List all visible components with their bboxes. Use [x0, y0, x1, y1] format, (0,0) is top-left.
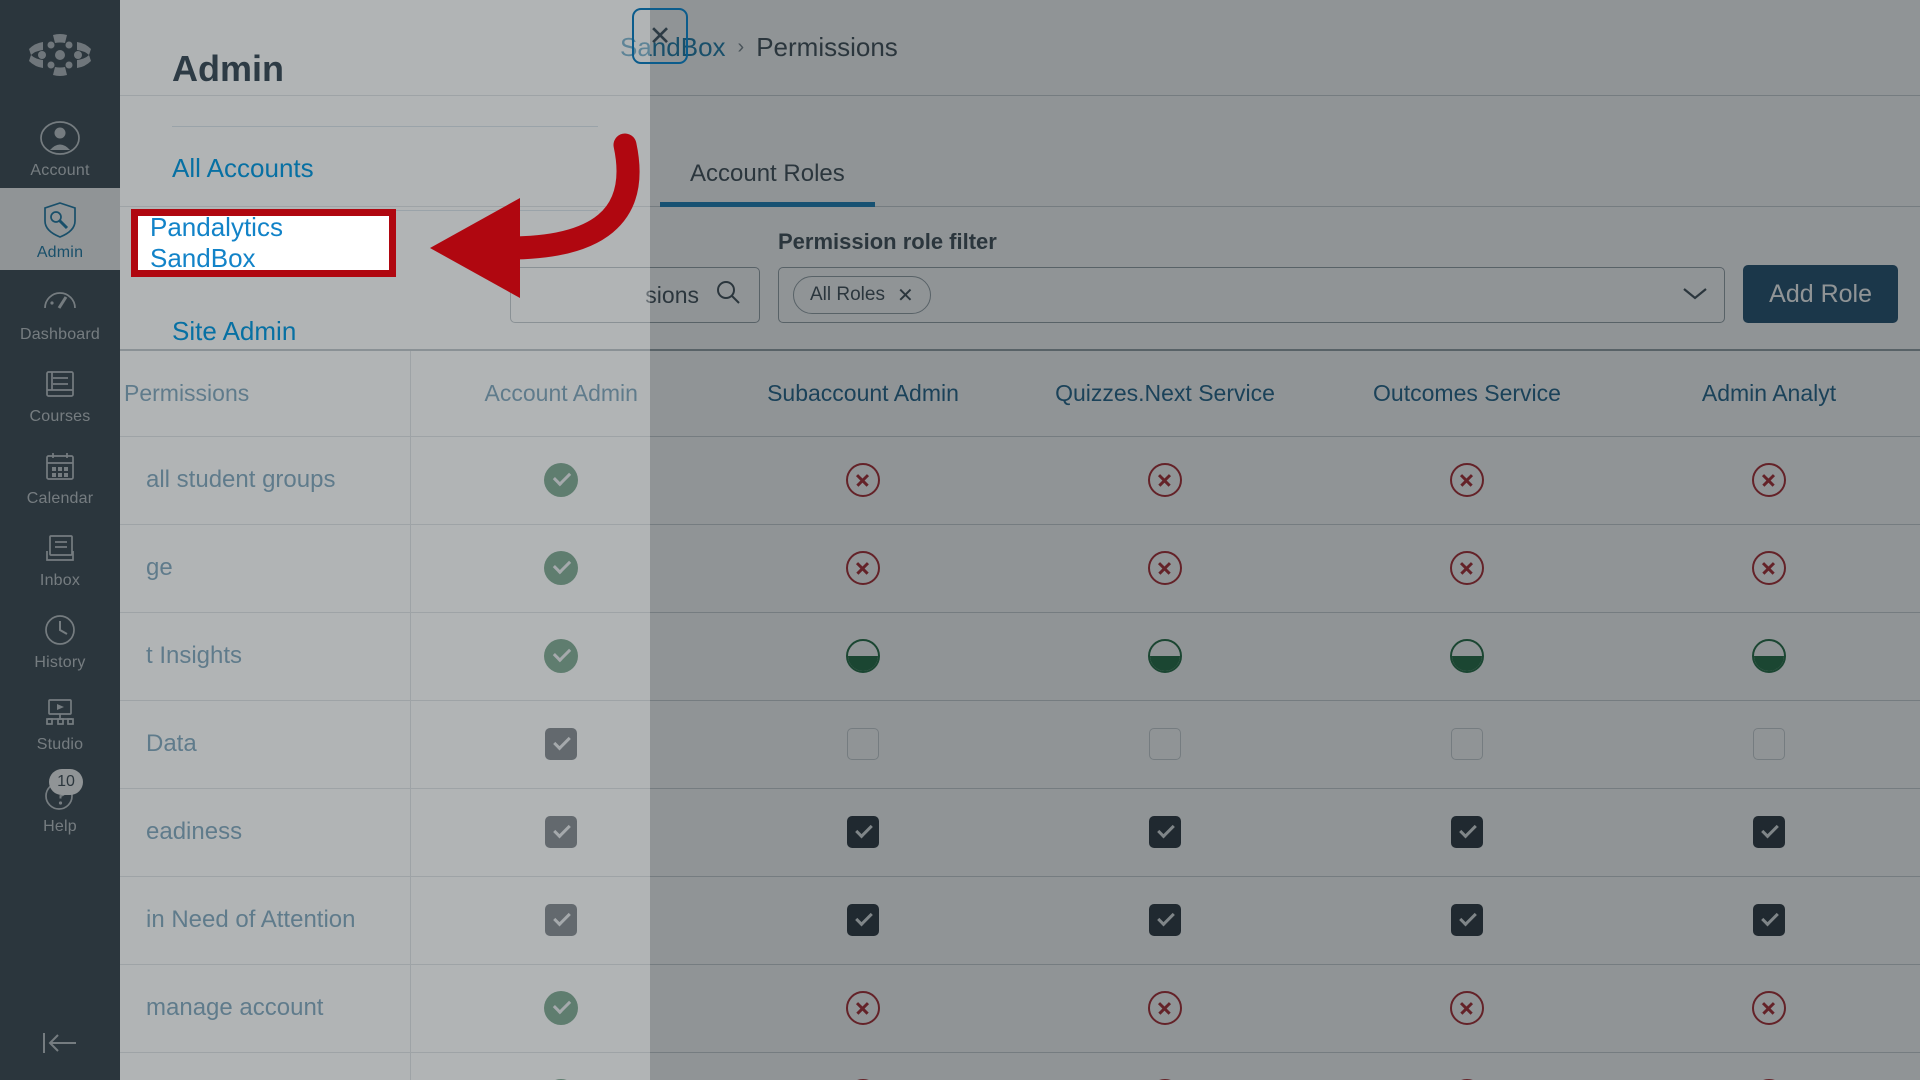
tray-link-pandalytics-sandbox[interactable]: Pandalytics SandBox — [138, 212, 389, 274]
highlight-box-pandalytics-sandbox: Pandalytics SandBox — [131, 209, 396, 277]
tray-title: Admin — [172, 48, 284, 89]
admin-tray: ✕ Admin All Accounts Pandalytics SandBox… — [120, 0, 688, 1080]
tray-link-all-accounts[interactable]: All Accounts — [152, 127, 618, 210]
close-icon[interactable]: ✕ — [632, 8, 688, 64]
tray-link-site-admin[interactable]: Site Admin — [152, 294, 618, 373]
app-root: Account Admin Dashboard — [0, 0, 1920, 1080]
